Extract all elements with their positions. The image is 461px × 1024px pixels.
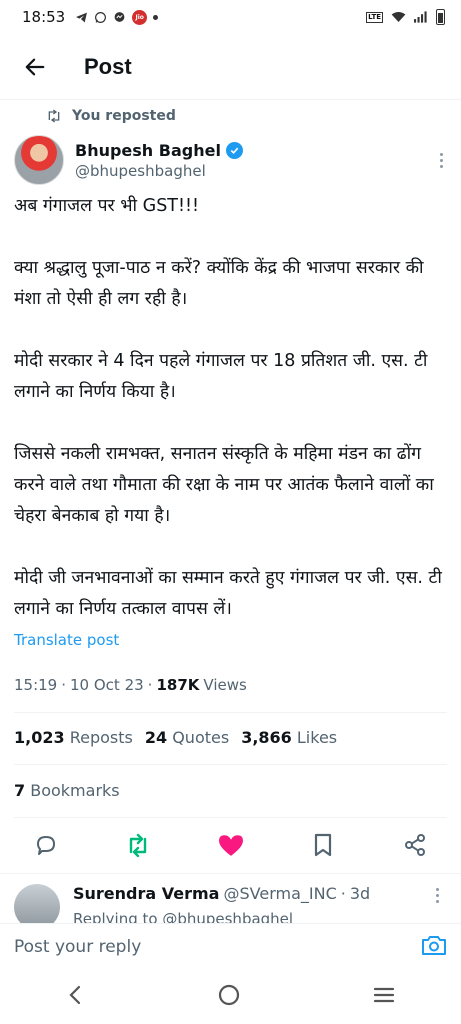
status-time: 18:53 [22, 8, 66, 26]
more-options-icon[interactable] [440, 152, 443, 168]
signal-icon [414, 11, 427, 23]
reply-more-icon[interactable] [436, 888, 439, 903]
battery-icon [436, 9, 445, 25]
divider [14, 817, 447, 818]
system-nav-bar [0, 969, 461, 1024]
reply-icon [37, 836, 55, 855]
verified-badge-icon [225, 141, 243, 159]
status-bar: 18:53 Jio LTE [0, 0, 461, 34]
repost-button[interactable] [124, 831, 152, 859]
nav-home-button[interactable] [217, 983, 241, 1011]
like-icon [218, 835, 243, 856]
divider [14, 712, 447, 713]
reply-author-name[interactable]: Surendra Verma [73, 884, 219, 903]
likes-stat[interactable]: 3,866 Likes [241, 728, 337, 747]
notification-icons: Jio [75, 9, 159, 25]
app-bar: Post [0, 34, 461, 100]
messenger-icon [114, 11, 125, 22]
more-notifications-dot [153, 14, 159, 20]
wifi-icon [391, 12, 406, 22]
page-title: Post [84, 53, 132, 79]
reply-replying-to: Replying to @bhupeshbaghel [73, 910, 294, 923]
tweet-text: अब गंगाजल पर भी GST!!! क्या श्रद्धालु पू… [14, 196, 442, 619]
author-avatar[interactable] [14, 135, 64, 185]
tweet-author: Bhupesh Baghel @bhupeshbaghel [14, 134, 447, 186]
reply-item[interactable]: Surendra Verma @SVerma_INC · 3d Replying… [0, 873, 461, 923]
nav-back-button[interactable] [66, 984, 86, 1010]
reply-composer[interactable]: Post your reply [0, 923, 461, 969]
jio-icon: Jio [132, 9, 148, 25]
chevron-left-icon [68, 985, 80, 1004]
views-count[interactable]: 187K [156, 676, 199, 694]
tweet-metadata: 15:19 · 10 Oct 23 · 187K Views [14, 676, 247, 694]
action-bar [0, 828, 461, 862]
engagement-stats: 1,023 Reposts 24 Quotes 3,866 Likes [14, 728, 337, 747]
camera-button[interactable] [421, 934, 447, 960]
telegram-icon [76, 12, 88, 22]
author-display-name[interactable]: Bhupesh Baghel [75, 141, 221, 160]
reposts-stat[interactable]: 1,023 Reposts [14, 728, 133, 747]
reply-age: 3d [349, 884, 371, 903]
system-icons: LTE [366, 9, 445, 25]
bookmark-icon [314, 833, 331, 857]
divider [14, 764, 447, 765]
nav-recents-button[interactable] [372, 985, 396, 1009]
share-icon [405, 834, 425, 856]
tweet-time: 15:19 [14, 676, 58, 694]
bookmarks-stat[interactable]: 7 Bookmarks [14, 781, 120, 800]
bookmark-button[interactable] [309, 831, 337, 859]
whatsapp-icon [95, 11, 107, 23]
camera-icon [422, 935, 446, 955]
translate-post-link[interactable]: Translate post [14, 631, 119, 649]
tweet-date: 10 Oct 23 [70, 676, 144, 694]
volte-icon: LTE [366, 11, 383, 23]
repost-banner: You reposted [46, 108, 176, 124]
quotes-stat[interactable]: 24 Quotes [145, 728, 229, 747]
reply-input[interactable]: Post your reply [14, 937, 141, 957]
repost-icon [48, 109, 60, 123]
author-handle[interactable]: @bhupeshbaghel [75, 162, 243, 180]
reply-avatar[interactable] [14, 884, 60, 923]
repost-banner-text: You reposted [72, 108, 176, 124]
home-circle-icon [218, 984, 239, 1005]
repost-icon [130, 833, 147, 857]
reply-button[interactable] [32, 831, 60, 859]
share-button[interactable] [401, 831, 429, 859]
views-label: Views [203, 676, 247, 694]
arrow-left-icon [25, 58, 45, 75]
back-button[interactable] [0, 34, 70, 100]
reply-author-handle[interactable]: @SVerma_INC [223, 884, 336, 903]
menu-lines-icon [373, 987, 394, 1002]
like-button[interactable] [217, 831, 245, 859]
